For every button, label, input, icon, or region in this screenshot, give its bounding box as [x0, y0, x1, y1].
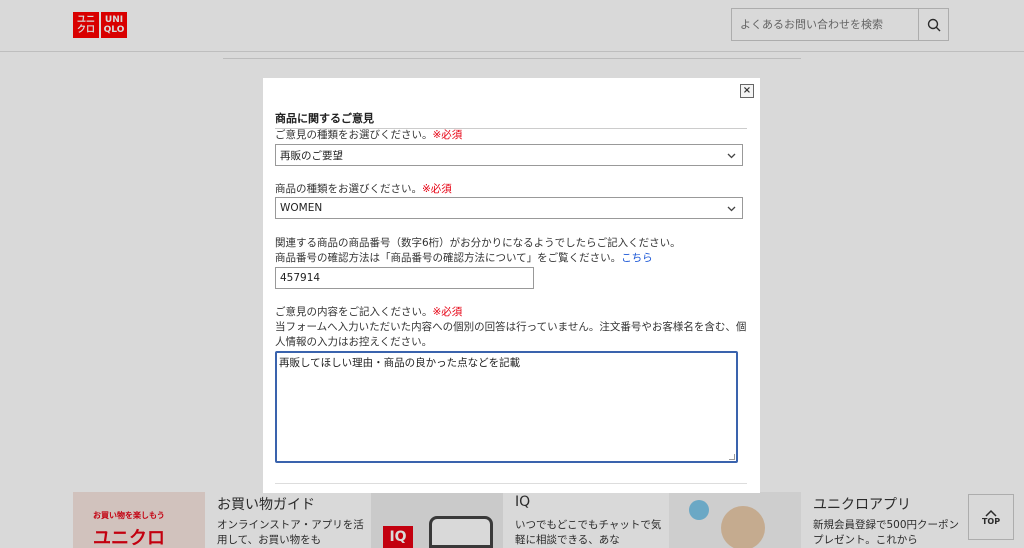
required-mark: ※必須: [432, 306, 463, 318]
chevron-down-icon: [727, 153, 736, 159]
chevron-down-icon: [727, 206, 736, 212]
feedback-type-select[interactable]: 再販のご要望: [275, 144, 743, 166]
product-number-instructions: 関連する商品の商品番号（数字6桁）がお分かりになるようでしたらご記入ください。: [275, 237, 681, 249]
product-number-input[interactable]: 457914: [275, 267, 534, 289]
required-mark: ※必須: [422, 183, 452, 195]
product-number-help: 商品番号の確認方法は「商品番号の確認方法について」をご覧ください。こちら: [275, 252, 653, 264]
feedback-content-label: ご意見の内容をご記入ください。※必須: [275, 306, 463, 318]
feedback-modal: × 商品に関するご意見 ご意見の種類をお選びください。※必須 再販のご要望 商品…: [263, 78, 760, 493]
resize-handle[interactable]: [729, 454, 735, 460]
product-type-label: 商品の種類をお選びください。※必須: [275, 183, 452, 195]
required-mark: ※必須: [432, 129, 463, 141]
feedback-type-label: ご意見の種類をお選びください。※必須: [275, 129, 463, 141]
close-button[interactable]: ×: [740, 84, 754, 98]
feedback-content-textarea[interactable]: 再販してほしい理由・商品の良かった点などを記載: [275, 351, 738, 463]
modal-bottom-divider: [275, 483, 747, 484]
product-number-help-link[interactable]: こちら: [621, 252, 653, 264]
section-title: 商品に関するご意見: [275, 110, 747, 129]
product-type-select[interactable]: WOMEN: [275, 197, 743, 219]
feedback-note-line1: 当フォームへ入力いただいた内容への個別の回答は行っていません。注文番号やお客様名…: [275, 321, 747, 333]
feedback-note-line2: 人情報の入力はお控えください。: [275, 336, 433, 348]
